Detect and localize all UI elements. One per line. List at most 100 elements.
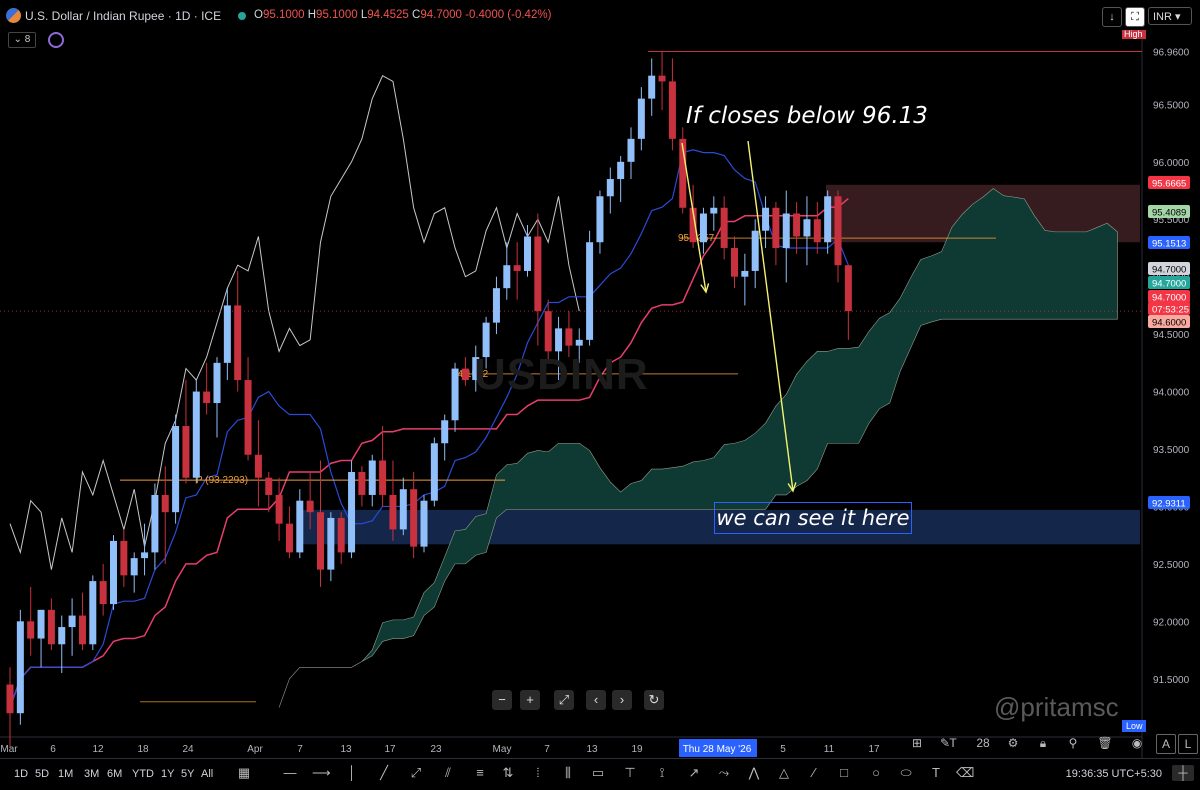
candle: [679, 127, 687, 214]
price-tick-label: 92.5000: [1153, 560, 1190, 571]
candle: [648, 58, 656, 116]
candle-body: [668, 81, 676, 139]
range-button-1d[interactable]: 1D: [14, 768, 28, 780]
extended-line-icon[interactable]: ⤢: [408, 765, 424, 781]
annotation-text-1[interactable]: If closes below 96.13: [686, 103, 928, 129]
candle: [441, 414, 449, 461]
rectangle-icon[interactable]: ▭: [590, 765, 606, 781]
price-badge-label: 95.1513: [1152, 239, 1186, 250]
pin-icon[interactable]: ⚲: [1064, 734, 1082, 752]
price-range-icon[interactable]: ⊤: [622, 765, 638, 781]
candle: [596, 190, 604, 254]
long-position-icon[interactable]: ⇅: [500, 765, 516, 781]
candle-body: [348, 471, 356, 553]
time-tick-label: 13: [586, 744, 598, 755]
fullscreen-button[interactable]: ⤢: [554, 690, 574, 710]
market-status-icon: [238, 12, 246, 20]
zoom-level[interactable]: 28: [972, 734, 994, 752]
indicators-toggle[interactable]: ⌄ 8: [8, 32, 36, 48]
reset-chart-button[interactable]: ↻: [644, 690, 664, 710]
price-badge: 07:53:25: [1148, 302, 1190, 316]
log-scale-button[interactable]: L: [1178, 734, 1198, 754]
horizontal-line-icon[interactable]: —: [282, 765, 298, 781]
scroll-right-button[interactable]: ›: [612, 690, 632, 710]
candle: [762, 196, 770, 248]
text-icon[interactable]: T: [928, 765, 944, 781]
download-icon[interactable]: ↓: [1102, 7, 1122, 27]
range-button-1m[interactable]: 1M: [58, 768, 73, 780]
ellipse-icon[interactable]: ⬭: [898, 765, 914, 781]
parallel-channel-icon[interactable]: ⫽: [440, 765, 456, 781]
range-button-5y[interactable]: 5Y: [181, 768, 194, 780]
candle-body: [410, 489, 418, 547]
arrow-icon[interactable]: ↗: [686, 765, 702, 781]
candles-pattern-icon[interactable]: ⫼: [560, 765, 576, 781]
price-tick-label: 92.0000: [1153, 617, 1190, 628]
candle: [782, 190, 790, 283]
candle: [793, 202, 801, 254]
candle-body: [37, 609, 45, 639]
candle: [731, 236, 738, 289]
eye-icon[interactable]: ◉: [1128, 734, 1146, 752]
candle: [27, 586, 35, 656]
symbol-title[interactable]: U.S. Dollar / Indian Rupee · 1D · ICE: [25, 9, 221, 23]
range-button-5d[interactable]: 5D: [35, 768, 49, 780]
price-tick-label: 96.5000: [1153, 100, 1190, 111]
candle-body: [710, 207, 718, 214]
node-icon[interactable]: ⟟: [654, 765, 670, 781]
fib-icon[interactable]: ≡: [472, 765, 488, 781]
crosshair-icon[interactable]: ┼: [1172, 765, 1194, 781]
candle-body: [606, 179, 614, 197]
range-button-1y[interactable]: 1Y: [161, 768, 174, 780]
range-button-6m[interactable]: 6M: [107, 768, 122, 780]
candle-body: [358, 471, 366, 495]
trash-icon[interactable]: 🗑︎: [1096, 734, 1114, 752]
path-icon[interactable]: ⤳: [716, 765, 732, 781]
time-axis[interactable]: Mar 6 12 18 24 Apr 7 13 17 23 May 7 13 19 Thu 28 May '…: [0, 739, 880, 757]
lock-icon[interactable]: 🔒︎: [1034, 734, 1052, 752]
time-tick-label: 24: [182, 744, 194, 755]
calendar-icon[interactable]: ▦: [236, 765, 252, 781]
indicator-icon[interactable]: [48, 32, 64, 48]
candle-body: [275, 494, 283, 524]
square-icon[interactable]: □: [836, 765, 852, 781]
range-button-ytd[interactable]: YTD: [132, 768, 154, 780]
zoom-out-button[interactable]: −: [492, 690, 512, 710]
zoom-in-button[interactable]: +: [520, 690, 540, 710]
candle: [317, 460, 324, 587]
brush-icon[interactable]: ∕: [806, 765, 822, 781]
triangle-icon[interactable]: △: [776, 765, 792, 781]
candle: [389, 460, 397, 541]
text-tool-icon[interactable]: T: [944, 734, 962, 752]
candle-body: [503, 265, 511, 289]
circle-icon[interactable]: ○: [868, 765, 884, 781]
scroll-left-button[interactable]: ‹: [586, 690, 606, 710]
candle-body: [89, 581, 97, 645]
trendline-icon[interactable]: ╱: [376, 765, 392, 781]
price-badge: 95.1513: [1148, 236, 1190, 250]
eraser-icon[interactable]: ⌫: [956, 765, 974, 781]
candle: [399, 477, 407, 536]
settings-icon[interactable]: ⚙: [1004, 734, 1022, 752]
range-button-3m[interactable]: 3M: [84, 768, 99, 780]
auto-scale-button[interactable]: A: [1156, 734, 1176, 754]
clock: 19:36:35 UTC+5:30: [1065, 768, 1162, 780]
price-badge-label: 92.9311: [1152, 499, 1186, 510]
candle: [637, 87, 645, 151]
vertical-line-icon[interactable]: │: [344, 765, 360, 781]
snapshot-icon[interactable]: ⛶: [1125, 7, 1145, 27]
currency-select[interactable]: INR ▾: [1148, 7, 1192, 25]
zigzag-icon[interactable]: ⋀: [746, 765, 762, 781]
candle: [285, 506, 293, 559]
candle-body: [285, 523, 293, 553]
ray-icon[interactable]: ⟶: [312, 765, 331, 781]
candle: [358, 466, 366, 507]
candle-body: [6, 684, 14, 714]
ohlc-readout: O95.1000 H95.1000 L94.4525 C94.7000 -0.4…: [254, 9, 552, 21]
annotation-text-2[interactable]: we can see it here: [714, 502, 912, 534]
layout-icon[interactable]: ⊞: [908, 734, 926, 752]
time-tick-label: 23: [430, 744, 442, 755]
candle-body: [565, 328, 573, 346]
bars-pattern-icon[interactable]: ⦙: [530, 765, 546, 781]
range-button-all[interactable]: All: [201, 768, 213, 780]
